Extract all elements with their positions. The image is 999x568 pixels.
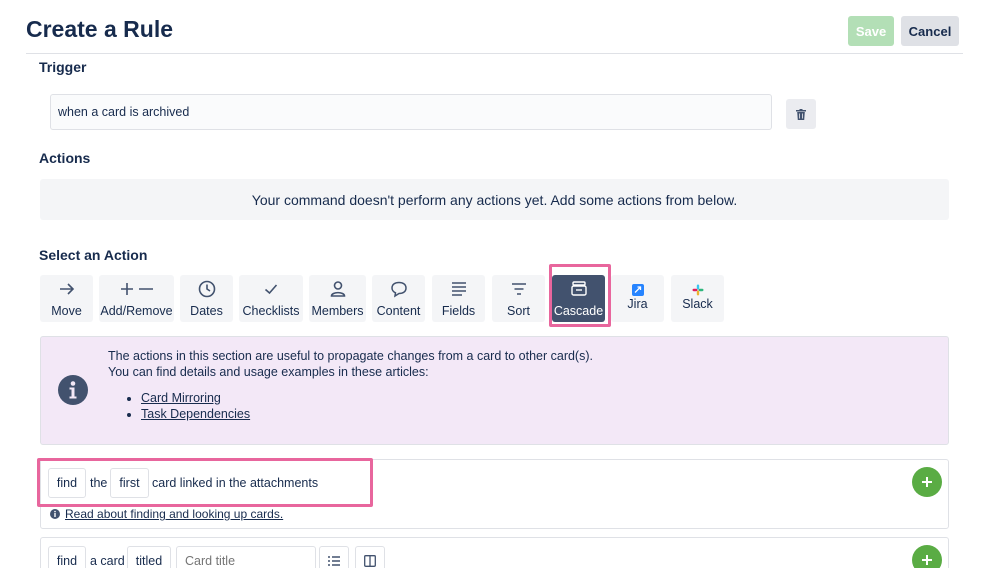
- clock-icon: [180, 279, 233, 299]
- actions-heading: Actions: [39, 150, 91, 166]
- info-icon: [58, 375, 88, 405]
- a-card-text: a card: [90, 554, 125, 568]
- list-icon: [328, 556, 340, 566]
- tab-dates[interactable]: Dates: [180, 275, 233, 322]
- trigger-heading: Trigger: [39, 59, 87, 75]
- tab-move[interactable]: Move: [40, 275, 93, 322]
- cascade-info-panel: The actions in this section are useful t…: [40, 336, 949, 445]
- info-small-icon: [50, 509, 60, 519]
- tab-add-remove[interactable]: Add/Remove: [99, 275, 174, 322]
- find-titled-card-action: find a card titled: [40, 537, 949, 568]
- actions-empty-message: Your command doesn't perform any actions…: [40, 179, 949, 220]
- trash-icon: [796, 108, 806, 120]
- task-dependencies-link[interactable]: Task Dependencies: [141, 407, 250, 421]
- save-button[interactable]: Save: [848, 16, 894, 46]
- list-options-button[interactable]: [319, 546, 349, 568]
- tab-label: Move: [51, 304, 82, 318]
- tab-fields[interactable]: Fields: [432, 275, 485, 322]
- board-options-button[interactable]: [355, 546, 385, 568]
- plus-icon: [922, 477, 932, 487]
- titled-select[interactable]: titled: [127, 546, 171, 568]
- add-action-button[interactable]: [912, 467, 942, 497]
- info-line-1: The actions in this section are useful t…: [108, 349, 593, 363]
- read-link-text[interactable]: Read about finding and looking up cards.: [65, 507, 283, 521]
- header-divider: [26, 53, 963, 54]
- tab-label: Checklists: [242, 304, 300, 318]
- card-mirroring-link[interactable]: Card Mirroring: [141, 391, 221, 405]
- columns-icon: [364, 555, 376, 567]
- add-action-button[interactable]: [912, 545, 942, 568]
- card-title-input[interactable]: [176, 546, 316, 568]
- tab-label: Sort: [507, 304, 530, 318]
- tab-label: Add/Remove: [100, 304, 173, 318]
- cascade-highlight-annotation: [549, 264, 611, 327]
- trigger-field[interactable]: when a card is archived: [50, 94, 772, 130]
- tab-label: Dates: [190, 304, 223, 318]
- tab-members[interactable]: Members: [309, 275, 366, 322]
- tab-sort[interactable]: Sort: [492, 275, 545, 322]
- cancel-button[interactable]: Cancel: [901, 16, 959, 46]
- plus-icon: [922, 555, 932, 565]
- slack-icon: [671, 284, 724, 304]
- sort-icon: [492, 279, 545, 299]
- tab-label: Content: [376, 304, 421, 318]
- tab-jira[interactable]: Jira: [611, 275, 664, 322]
- read-about-finding-link[interactable]: Read about finding and looking up cards.: [50, 507, 283, 521]
- arrow-right-icon: [40, 279, 93, 299]
- person-icon: [309, 279, 366, 299]
- lines-icon: [432, 279, 485, 299]
- info-text: The actions in this section are useful t…: [108, 348, 593, 380]
- comment-icon: [372, 279, 425, 299]
- page-header: Create a Rule Save Cancel: [0, 0, 999, 54]
- tab-checklists[interactable]: Checklists: [239, 275, 303, 322]
- tab-slack[interactable]: Slack: [671, 275, 724, 322]
- select-action-heading: Select an Action: [39, 247, 148, 263]
- find-highlight-annotation: [37, 458, 373, 507]
- delete-trigger-button[interactable]: [786, 99, 816, 129]
- page-title: Create a Rule: [26, 16, 174, 42]
- jira-icon: [611, 284, 664, 304]
- article-links: Card Mirroring Task Dependencies: [141, 390, 250, 422]
- tab-label: Fields: [441, 304, 476, 318]
- checkmark-icon: [239, 279, 303, 299]
- tab-content[interactable]: Content: [372, 275, 425, 322]
- info-line-2: You can find details and usage examples …: [108, 365, 429, 379]
- tab-label: Members: [311, 304, 364, 318]
- find-select[interactable]: find: [48, 546, 86, 568]
- plus-minus-icon: [99, 279, 174, 299]
